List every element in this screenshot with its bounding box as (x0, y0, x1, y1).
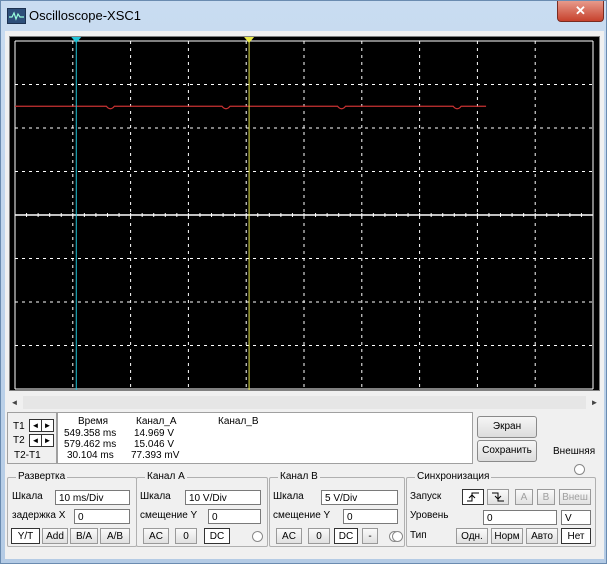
channel-a-panel: Канал A Шкала 10 V/Div смещение Y 0 AC 0… (136, 471, 268, 547)
external-trigger-label: Внешняя (553, 446, 596, 457)
close-icon: ✕ (575, 3, 586, 18)
oscilloscope-icon (7, 8, 26, 24)
screen-button[interactable]: Экран (477, 416, 537, 438)
oscilloscope-client-area: ◄ ► T1 ◄ ► T2 ◄ ► T2-T1 Время Канал_A Ка… (5, 31, 604, 559)
readout-header-channel-a: Канал_A (136, 416, 177, 427)
scroll-right-icon[interactable]: ► (588, 396, 601, 409)
channel-b-scale-field[interactable]: 5 V/Div (321, 490, 398, 505)
mode-yt-button[interactable]: Y/T (11, 528, 40, 544)
scope-screen[interactable] (9, 36, 600, 391)
mode-a-over-b-button[interactable]: A/B (100, 528, 130, 544)
readout-header-time: Время (78, 416, 109, 427)
oscilloscope-window: Oscilloscope-XSC1 ✕ ◄ ► T1 ◄ ► T2 ◄ ► T2… (0, 0, 607, 564)
channel-a-ypos-label: смещение Y (140, 510, 198, 521)
readout-diff-time: 30.104 ms (67, 450, 114, 461)
channel-b-legend: Канал B (278, 471, 320, 482)
scrollbar-track[interactable] (23, 396, 586, 409)
timebase-scale-label: Шкала (12, 491, 43, 502)
external-trigger-terminal[interactable] (574, 464, 585, 475)
trigger-none-button[interactable]: Нет (561, 528, 591, 544)
channel-b-ypos-label: смещение Y (273, 510, 331, 521)
channel-a-ypos-field[interactable]: 0 (208, 509, 261, 524)
timebase-scale-field[interactable]: 10 ms/Div (55, 490, 130, 505)
mode-b-over-a-button[interactable]: B/A (70, 528, 98, 544)
scroll-left-icon[interactable]: ◄ (8, 396, 21, 409)
channel-b-dc-button[interactable]: DC (334, 528, 358, 544)
rising-edge-button[interactable] (462, 489, 484, 505)
trigger-auto-button[interactable]: Авто (526, 528, 558, 544)
window-title: Oscilloscope-XSC1 (29, 8, 141, 23)
readout-diff-channel-a: 77.393 mV (131, 450, 180, 461)
trigger-level-field[interactable]: 0 (483, 510, 557, 525)
falling-edge-icon (492, 492, 504, 502)
trigger-source-b-button[interactable]: B (537, 489, 555, 505)
rising-edge-icon (467, 492, 479, 502)
trigger-panel: Синхронизация Запуск A B Внеш Уровень 0 … (392, 471, 596, 547)
trigger-single-button[interactable]: Одн. (456, 528, 488, 544)
trigger-source-ext-button[interactable]: Внеш (559, 489, 591, 505)
save-button[interactable]: Сохранить (477, 440, 537, 462)
close-button[interactable]: ✕ (557, 1, 604, 22)
channel-b-ac-button[interactable]: AC (276, 528, 302, 544)
readout-header-channel-b: Канал_B (218, 416, 259, 427)
channel-a-zero-button[interactable]: 0 (175, 528, 197, 544)
title-bar[interactable]: Oscilloscope-XSC1 ✕ (1, 1, 606, 31)
trigger-normal-button[interactable]: Норм (491, 528, 523, 544)
t2-label: T2 (13, 435, 25, 446)
channel-b-ypos-field[interactable]: 0 (343, 509, 398, 524)
cursor-controls: T1 ◄ ► T2 ◄ ► T2-T1 (7, 412, 57, 464)
timebase-panel: Развертка Шкала 10 ms/Div задержка X 0 Y… (7, 471, 137, 547)
trigger-source-a-button[interactable]: A (515, 489, 533, 505)
falling-edge-button[interactable] (487, 489, 509, 505)
mode-add-button[interactable]: Add (42, 528, 68, 544)
channel-b-scale-label: Шкала (273, 491, 304, 502)
x-position-field[interactable]: 0 (74, 509, 130, 524)
readout-t1-time: 549.358 ms (64, 428, 117, 439)
trigger-level-label: Уровень (410, 510, 449, 521)
channel-b-panel: Канал B Шкала 5 V/Div смещение Y 0 AC 0 … (269, 471, 405, 547)
t1-label: T1 (13, 421, 25, 432)
channel-a-dc-button[interactable]: DC (204, 528, 230, 544)
t2-t1-label: T2-T1 (14, 450, 41, 461)
channel-a-scale-label: Шкала (140, 491, 171, 502)
channel-a-legend: Канал A (145, 471, 187, 482)
readout-t1-channel-a: 14.969 V (134, 428, 175, 439)
channel-b-minus-button[interactable]: - (362, 528, 378, 544)
readout-t2-channel-a: 15.046 V (134, 439, 175, 450)
channel-a-terminal[interactable] (252, 531, 263, 542)
trigger-type-label: Тип (410, 530, 427, 541)
horizontal-scrollbar[interactable]: ◄ ► (7, 395, 602, 410)
channel-b-zero-button[interactable]: 0 (308, 528, 330, 544)
trigger-edge-label: Запуск (410, 491, 442, 502)
channel-a-scale-field[interactable]: 10 V/Div (185, 490, 261, 505)
trigger-legend: Синхронизация (415, 471, 492, 482)
x-position-label: задержка X (12, 510, 66, 521)
trigger-level-unit[interactable]: V (561, 510, 591, 525)
t2-right-arrow-icon[interactable]: ► (41, 434, 54, 447)
readout-t2-time: 579.462 ms (64, 439, 117, 450)
t1-right-arrow-icon[interactable]: ► (41, 419, 54, 432)
measurement-readout: Время Канал_A Канал_B 549.358 ms 14.969 … (57, 412, 473, 464)
timebase-legend: Развертка (16, 471, 68, 482)
trigger-terminal[interactable] (392, 531, 403, 542)
channel-a-ac-button[interactable]: AC (143, 528, 169, 544)
scope-display (10, 37, 599, 390)
